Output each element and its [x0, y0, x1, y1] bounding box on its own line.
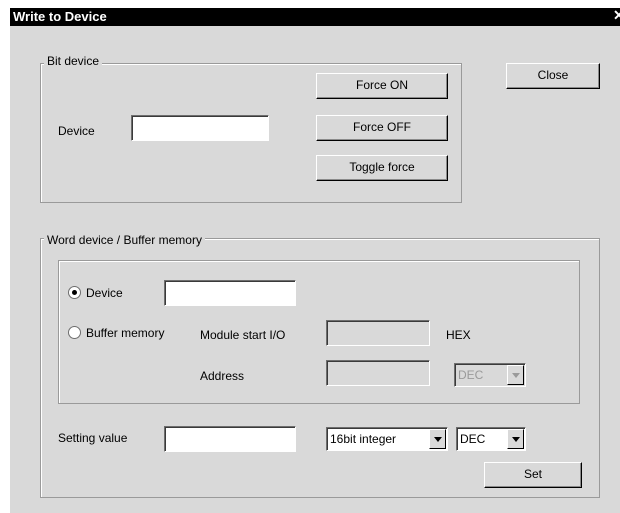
- buffer-memory-radio-label[interactable]: Buffer memory: [86, 326, 164, 340]
- module-start-label: Module start I/O: [200, 328, 286, 342]
- close-button[interactable]: Close: [506, 63, 600, 89]
- word-device-input[interactable]: [164, 280, 296, 306]
- bit-device-input[interactable]: [131, 115, 269, 141]
- write-to-device-dialog: Write to Device ✕ Bit device Device Forc…: [10, 7, 620, 513]
- window-title: Write to Device: [13, 9, 107, 24]
- device-radio[interactable]: [68, 286, 81, 299]
- toggle-force-button[interactable]: Toggle force: [316, 155, 448, 181]
- word-device-group-label: Word device / Buffer memory: [44, 233, 205, 247]
- force-off-button[interactable]: Force OFF: [316, 115, 448, 141]
- chevron-down-icon[interactable]: [507, 365, 524, 385]
- address-input[interactable]: [326, 360, 430, 386]
- setting-value-label: Setting value: [58, 431, 128, 445]
- address-format-value: DEC: [458, 368, 484, 382]
- chevron-down-icon[interactable]: [429, 429, 446, 449]
- address-format-select[interactable]: DEC: [454, 363, 526, 387]
- address-label: Address: [200, 369, 245, 383]
- bit-device-label: Device: [58, 124, 95, 138]
- buffer-memory-radio[interactable]: [68, 326, 81, 339]
- chevron-down-icon[interactable]: [507, 429, 524, 449]
- module-start-input[interactable]: [326, 320, 430, 346]
- title-bar: Write to Device ✕: [10, 7, 620, 26]
- format-value: DEC: [460, 432, 486, 446]
- bit-device-group-label: Bit device: [44, 54, 103, 68]
- data-type-value: 16bit integer: [330, 432, 397, 446]
- force-on-button[interactable]: Force ON: [316, 73, 448, 99]
- hex-label: HEX: [446, 328, 471, 342]
- setting-value-input[interactable]: [164, 426, 296, 452]
- set-button[interactable]: Set: [484, 462, 582, 488]
- data-type-select[interactable]: 16bit integer: [326, 427, 448, 451]
- format-select[interactable]: DEC: [456, 427, 526, 451]
- device-radio-label[interactable]: Device: [86, 286, 123, 300]
- close-icon[interactable]: ✕: [613, 7, 620, 24]
